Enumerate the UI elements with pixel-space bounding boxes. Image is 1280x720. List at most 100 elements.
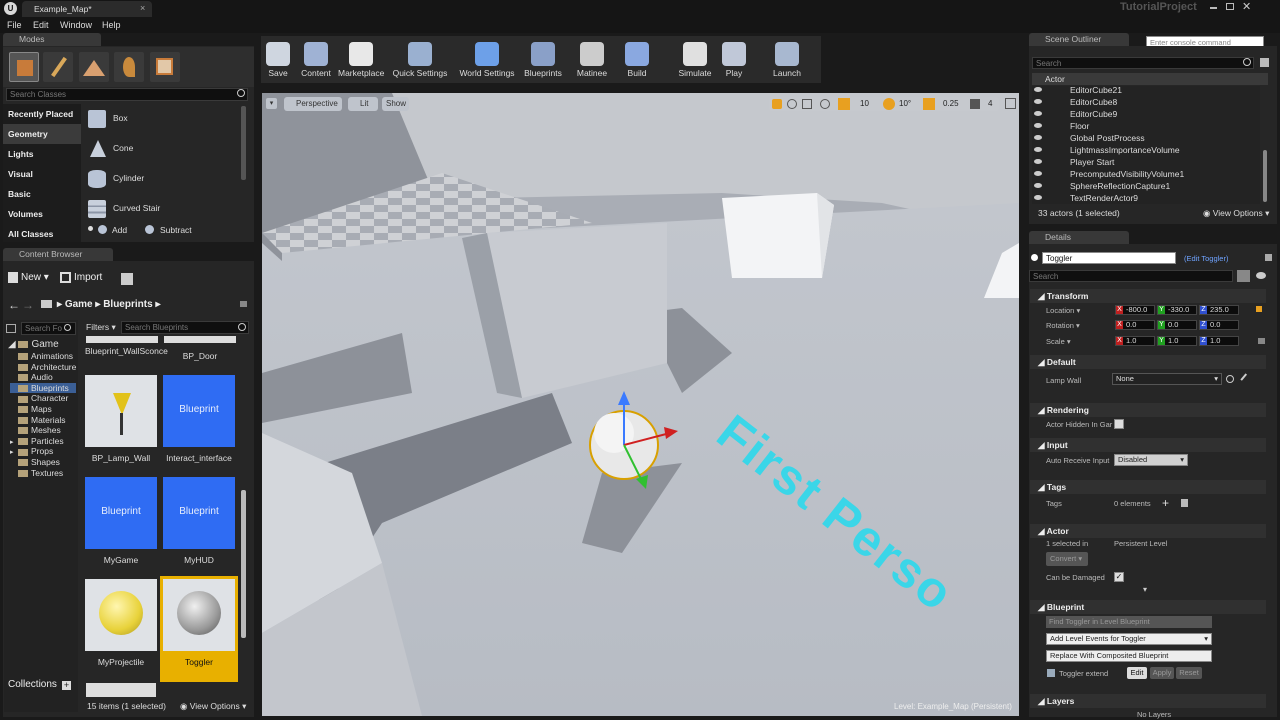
lamp-wall-dropdown[interactable]: None ▾ <box>1112 373 1222 385</box>
menu-file[interactable]: File <box>7 20 22 30</box>
tree-folder-particles[interactable]: ▸ Particles <box>10 436 76 446</box>
tree-folder-architecture[interactable]: Architecture <box>10 362 76 372</box>
toolbar-blueprints-button[interactable]: Blueprints <box>522 40 564 80</box>
visibility-eye-icon[interactable] <box>1034 159 1042 164</box>
scale-z-field[interactable]: Z 1.0 <box>1199 336 1239 346</box>
visibility-eye-icon[interactable] <box>1034 171 1042 176</box>
reset-blueprint-button[interactable]: Reset <box>1176 667 1202 679</box>
outliner-search-input[interactable]: Search <box>1032 57 1254 69</box>
default-section-header[interactable]: ◢ Default <box>1030 355 1266 369</box>
maximize-icon[interactable] <box>1226 3 1234 10</box>
toolbar-build-button[interactable]: Build <box>622 40 652 80</box>
scale-snap-icon[interactable] <box>923 98 935 110</box>
outliner-row[interactable]: Floor <box>1034 120 1260 132</box>
toolbar-simulate-button[interactable]: Simulate <box>676 40 714 80</box>
asset-tile-myhud[interactable]: Blueprint MyHUD <box>163 477 235 565</box>
outliner-row[interactable]: SphereReflectionCapture1 <box>1034 180 1260 192</box>
tree-folder-animations[interactable]: Animations <box>10 351 76 361</box>
scale-x-field[interactable]: X 1.0 <box>1115 336 1155 346</box>
landscape-mode-icon[interactable] <box>79 52 109 82</box>
perspective-button[interactable]: Perspective <box>284 97 342 111</box>
toolbar-play-button[interactable]: Play <box>720 40 748 80</box>
details-search-input[interactable]: Search <box>1029 270 1233 282</box>
lock-icon[interactable] <box>240 301 247 307</box>
class-search-input[interactable]: Search Classes <box>6 88 248 101</box>
replace-composited-button[interactable]: Replace With Composited Blueprint <box>1046 650 1212 662</box>
rotate-icon[interactable] <box>787 99 797 109</box>
outliner-row[interactable]: EditorCube9 <box>1034 108 1260 120</box>
scale-label[interactable]: Scale ▾ <box>1046 337 1071 346</box>
translate-icon[interactable] <box>772 99 782 109</box>
delete-tags-icon[interactable] <box>1181 499 1188 507</box>
geometry-item-cylinder[interactable]: Cylinder <box>86 166 236 194</box>
collections-header[interactable]: Collections <box>8 679 57 690</box>
tags-section-header[interactable]: ◢ Tags <box>1030 480 1266 494</box>
modes-tab[interactable]: Modes <box>3 33 101 46</box>
asset-tile-interact-interface[interactable]: Blueprint Interact_interface <box>163 375 235 463</box>
outliner-row[interactable]: EditorCube21 <box>1034 86 1260 96</box>
lit-button[interactable]: Lit <box>348 97 378 111</box>
new-button[interactable]: New ▾ <box>8 272 54 288</box>
toolbar-launch-button[interactable]: Launch <box>770 40 804 80</box>
save-all-icon[interactable] <box>121 273 133 285</box>
breadcrumb-game[interactable]: Game <box>65 299 93 310</box>
apply-blueprint-button[interactable]: Apply <box>1150 667 1174 679</box>
location-y-field[interactable]: Y -330.0 <box>1157 305 1197 315</box>
category-basic[interactable]: Basic <box>8 184 84 204</box>
visibility-eye-icon[interactable] <box>1034 147 1042 152</box>
scale-snap-value[interactable]: 0.25 <box>943 99 959 108</box>
close-window-icon[interactable]: ✕ <box>1242 0 1251 13</box>
rotation-x-field[interactable]: X 0.0 <box>1115 320 1155 330</box>
filters-button[interactable]: Filters ▾ <box>86 322 116 333</box>
content-browser-tab[interactable]: Content Browser <box>3 248 113 261</box>
cb-view-options[interactable]: ◉ View Options ▾ <box>180 701 246 712</box>
input-section-header[interactable]: ◢ Input <box>1030 438 1266 452</box>
camera-speed-icon[interactable] <box>970 99 980 109</box>
location-label[interactable]: Location ▾ <box>1046 306 1080 315</box>
minimize-icon[interactable] <box>1210 7 1217 9</box>
browse-asset-icon[interactable] <box>1226 375 1234 383</box>
category-geometry[interactable]: Geometry <box>3 124 81 144</box>
add-radio[interactable] <box>88 226 93 231</box>
asset-tile-toggler[interactable]: Toggler <box>160 576 238 682</box>
tree-folder-props[interactable]: ▸ Props <box>10 446 76 456</box>
menu-help[interactable]: Help <box>102 20 121 30</box>
camera-speed-value[interactable]: 4 <box>988 99 992 108</box>
show-button[interactable]: Show <box>382 97 409 111</box>
paint-mode-icon[interactable] <box>43 52 73 82</box>
outliner-row[interactable]: Global PostProcess <box>1034 132 1260 144</box>
outliner-scrollbar[interactable] <box>1263 150 1267 202</box>
can-be-damaged-checkbox[interactable]: ✓ <box>1114 572 1124 582</box>
edit-blueprint-link[interactable]: (Edit Toggler) <box>1184 254 1228 263</box>
menu-window[interactable]: Window <box>60 20 92 30</box>
asset-tile-bp-lamp-wall[interactable]: BP_Lamp_Wall <box>85 375 157 463</box>
outliner-view-options[interactable]: ◉ View Options ▾ <box>1203 208 1269 219</box>
visibility-eye-icon[interactable] <box>1034 135 1042 140</box>
rotation-y-field[interactable]: Y 0.0 <box>1157 320 1197 330</box>
outliner-row[interactable]: Player Start <box>1034 156 1260 168</box>
actor-name-input[interactable]: Toggler <box>1042 252 1176 264</box>
hidden-in-game-checkbox[interactable] <box>1114 419 1124 429</box>
visibility-eye-icon[interactable] <box>1034 195 1042 200</box>
scene-outliner-tab[interactable]: Scene Outliner <box>1029 33 1129 46</box>
category-recently-placed[interactable]: Recently Placed <box>8 104 84 124</box>
details-lock-icon[interactable] <box>1265 254 1272 261</box>
tree-folder-textures[interactable]: Textures <box>10 468 76 478</box>
history-forward-icon[interactable]: → <box>22 298 34 312</box>
toolbar-marketplace-button[interactable]: Marketplace <box>338 40 384 80</box>
geometry-mode-icon[interactable] <box>150 52 180 82</box>
tree-folder-blueprints[interactable]: Blueprints <box>10 382 76 393</box>
rotation-snap-icon[interactable] <box>883 98 895 110</box>
rotation-z-field[interactable]: Z 0.0 <box>1199 320 1239 330</box>
breadcrumb-blueprints[interactable]: Blueprints <box>103 299 152 310</box>
category-visual[interactable]: Visual <box>8 164 84 184</box>
visibility-eye-icon[interactable] <box>1034 99 1042 104</box>
folder-nav-icon[interactable] <box>41 300 52 308</box>
asset-tile-myprojectile[interactable]: MyProjectile <box>85 579 157 667</box>
tree-root-game[interactable]: ◢ Game <box>8 339 59 350</box>
visibility-eye-icon[interactable] <box>1034 87 1042 92</box>
add-tag-icon[interactable]: + <box>1162 496 1169 510</box>
history-back-icon[interactable]: ← <box>8 298 20 312</box>
toolbar-matinee-button[interactable]: Matinee <box>574 40 610 80</box>
expand-advanced-icon[interactable]: ▾ <box>1143 585 1147 594</box>
